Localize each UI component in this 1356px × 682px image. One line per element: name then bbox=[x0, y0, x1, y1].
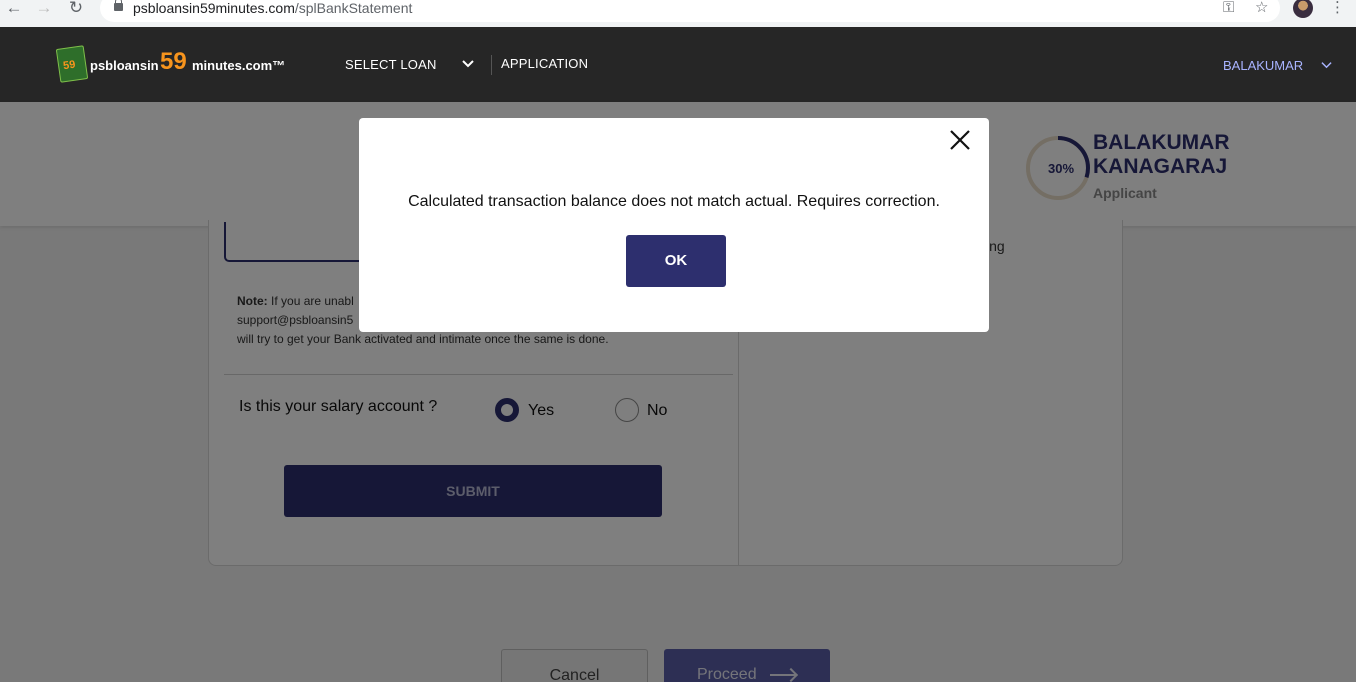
logo-badge-text: 59 bbox=[62, 58, 77, 73]
address-bar[interactable]: psbloansin59minutes.com/splBankStatement bbox=[100, 0, 1280, 22]
nav-application[interactable]: APPLICATION bbox=[501, 56, 588, 71]
user-chevron-down-icon[interactable] bbox=[1321, 59, 1332, 70]
nav-divider bbox=[491, 55, 492, 75]
star-icon[interactable]: ☆ bbox=[1255, 0, 1268, 16]
forward-arrow-icon[interactable]: → bbox=[34, 0, 54, 18]
key-icon[interactable]: ⚿ bbox=[1223, 0, 1234, 16]
browser-toolbar: ← → ↻ psbloansin59minutes.com/splBankSta… bbox=[0, 0, 1356, 27]
url-path: /splBankStatement bbox=[294, 0, 413, 16]
dialog-message: Calculated transaction balance does not … bbox=[408, 193, 940, 210]
logo-text-right: minutes.com™ bbox=[192, 58, 286, 73]
logo-text-left: psbloansin bbox=[90, 58, 159, 73]
logo-number: 59 bbox=[160, 48, 187, 75]
user-menu-name[interactable]: BALAKUMAR bbox=[1223, 58, 1303, 73]
alert-dialog: Calculated transaction balance does not … bbox=[359, 118, 989, 332]
profile-avatar[interactable] bbox=[1293, 0, 1313, 18]
lock-icon bbox=[114, 0, 123, 11]
nav-select-loan[interactable]: SELECT LOAN bbox=[345, 57, 437, 72]
close-icon[interactable] bbox=[948, 128, 972, 152]
url-text: psbloansin59minutes.com/splBankStatement bbox=[133, 0, 412, 16]
ok-button[interactable]: OK bbox=[626, 235, 726, 287]
more-menu-icon[interactable]: ⋮ bbox=[1330, 0, 1345, 16]
app-header: 59 psbloansin 59 minutes.com™ SELECT LOA… bbox=[0, 27, 1356, 102]
reload-icon[interactable]: ↻ bbox=[66, 0, 86, 18]
logo-badge-icon: 59 bbox=[55, 45, 89, 83]
chevron-down-icon[interactable] bbox=[462, 57, 474, 69]
back-arrow-icon[interactable]: ← bbox=[4, 0, 24, 18]
url-domain: psbloansin59minutes.com bbox=[133, 0, 295, 16]
